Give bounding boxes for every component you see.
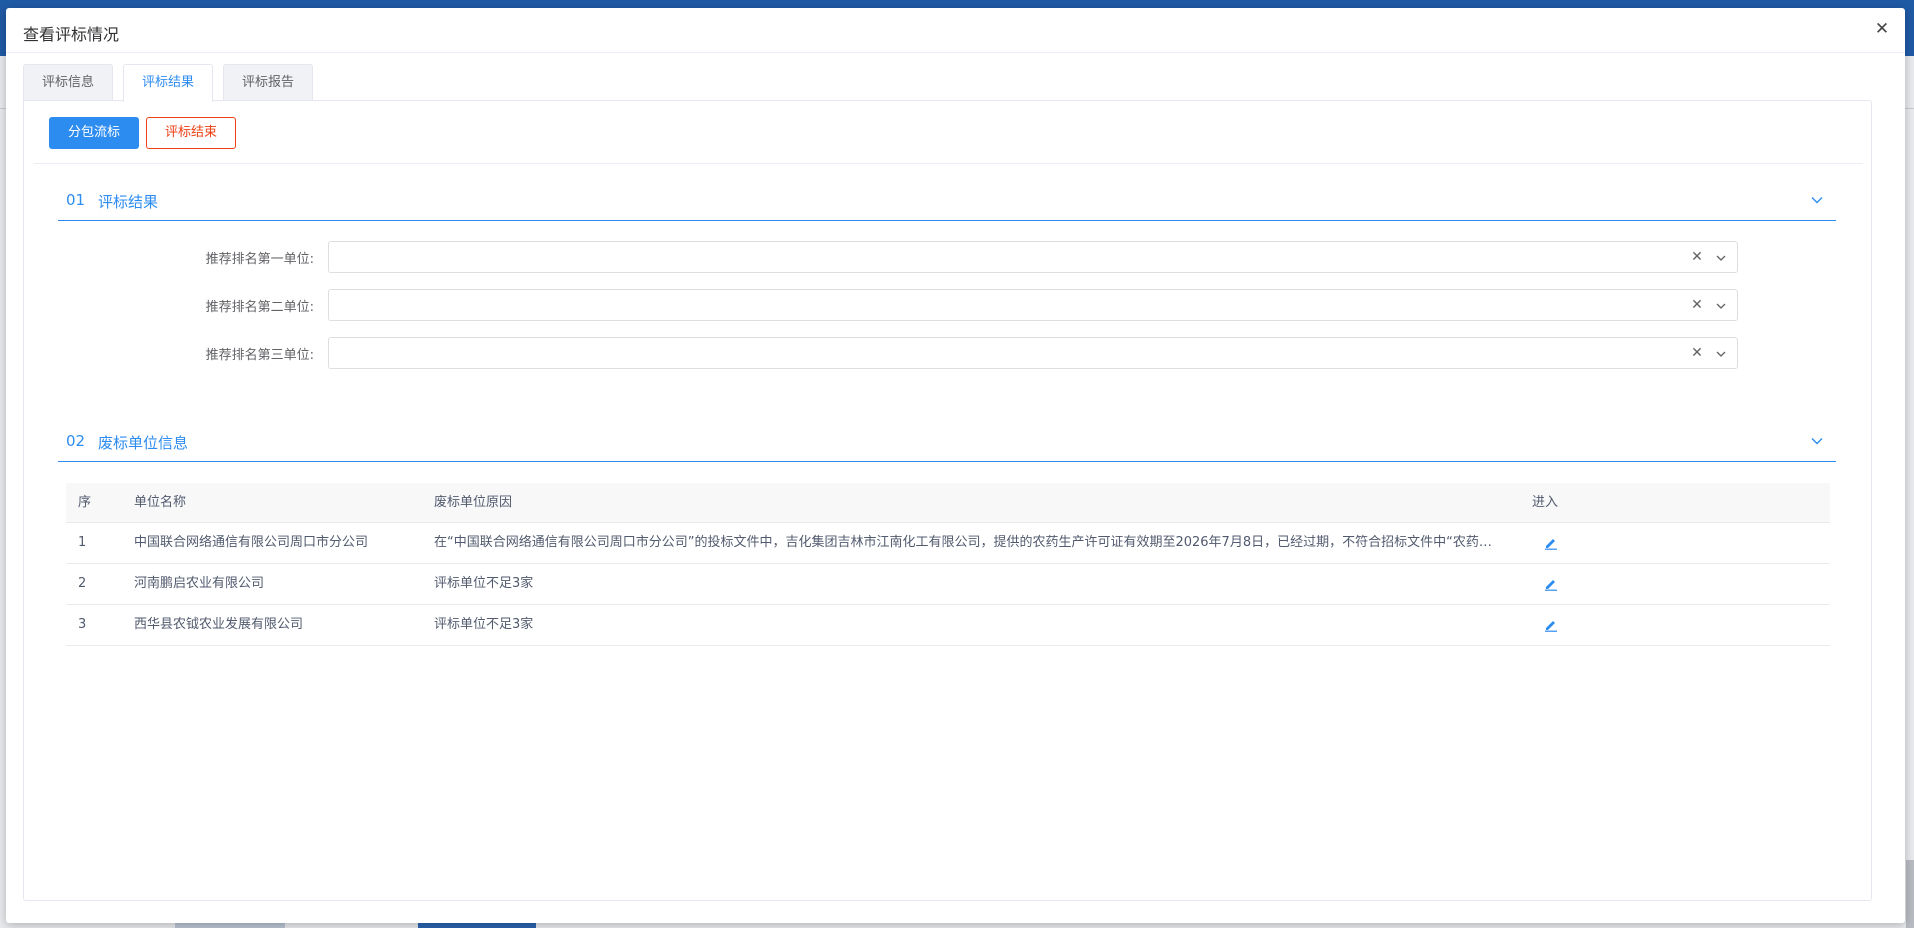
form-row-rank3: 推荐排名第三单位: ✕ — [58, 337, 1836, 369]
form-row-rank2: 推荐排名第二单位: ✕ — [58, 289, 1836, 321]
header-unit-name: 单位名称 — [134, 495, 187, 510]
section-title: 废标单位信息 — [98, 434, 189, 452]
row-unit-name: 西华县农钺农业发展有限公司 — [134, 617, 304, 632]
row-unit-name: 河南鹏启农业有限公司 — [134, 576, 265, 591]
tab-evaluation-result[interactable]: 评标结果 — [123, 64, 213, 102]
rank3-label: 推荐排名第三单位: — [205, 348, 314, 363]
toolbar-divider — [34, 163, 1863, 164]
section-header-disqualified[interactable]: 02 废标单位信息 — [58, 422, 1836, 462]
chevron-down-icon[interactable] — [1810, 434, 1824, 448]
rank3-select[interactable]: ✕ — [328, 337, 1738, 369]
row-reason: 评标单位不足3家 — [434, 617, 534, 632]
edit-icon[interactable] — [1544, 536, 1558, 550]
chevron-down-icon[interactable] — [1810, 193, 1824, 207]
clear-icon[interactable]: ✕ — [1691, 297, 1703, 313]
table-row: 2 河南鹏启农业有限公司 评标单位不足3家 — [66, 564, 1830, 605]
end-evaluation-button[interactable]: 评标结束 — [146, 117, 236, 149]
header-enter: 进入 — [1532, 495, 1559, 510]
section-number: 01 — [66, 191, 86, 209]
row-reason: 在“中国联合网络通信有限公司周口市分公司”的投标文件中，吉化集团吉林市江南化工有… — [434, 535, 1494, 550]
header-reason: 废标单位原因 — [434, 495, 513, 510]
app-scrollbar — [1906, 860, 1914, 928]
chevron-down-icon[interactable] — [1715, 300, 1727, 312]
edit-icon[interactable] — [1544, 618, 1558, 632]
tab-evaluation-info[interactable]: 评标信息 — [23, 64, 113, 101]
clear-icon[interactable]: ✕ — [1691, 249, 1703, 265]
disqualified-table: 序 单位名称 废标单位原因 进入 1 中国联合网络通信有限公司周口市分公司 在“… — [66, 483, 1830, 646]
close-icon[interactable]: ✕ — [1873, 20, 1891, 38]
chevron-down-icon[interactable] — [1715, 252, 1727, 264]
chevron-down-icon[interactable] — [1715, 348, 1727, 360]
rank2-label: 推荐排名第二单位: — [205, 300, 314, 315]
form-row-rank1: 推荐排名第一单位: ✕ — [58, 241, 1836, 273]
table-row: 1 中国联合网络通信有限公司周口市分公司 在“中国联合网络通信有限公司周口市分公… — [66, 523, 1830, 564]
dialog-header: 查看评标情况 ✕ — [6, 8, 1905, 53]
section-header-result[interactable]: 01 评标结果 — [58, 181, 1836, 221]
tab-evaluation-report[interactable]: 评标报告 — [223, 64, 313, 101]
edit-icon[interactable] — [1544, 577, 1558, 591]
table-header: 序 单位名称 废标单位原因 进入 — [66, 483, 1830, 523]
section-title: 评标结果 — [98, 193, 159, 211]
row-index: 3 — [78, 617, 87, 632]
row-index: 1 — [78, 535, 87, 550]
clear-icon[interactable]: ✕ — [1691, 345, 1703, 361]
rank1-label: 推荐排名第一单位: — [205, 252, 314, 267]
section-number: 02 — [66, 432, 86, 450]
tab-panel: 分包流标 评标结束 01 评标结果 推荐排名第一单位: ✕ 推荐排名第二单位: … — [23, 100, 1872, 901]
rank2-select[interactable]: ✕ — [328, 289, 1738, 321]
split-package-fail-button[interactable]: 分包流标 — [49, 117, 139, 149]
header-index: 序 — [78, 495, 92, 510]
table-row: 3 西华县农钺农业发展有限公司 评标单位不足3家 — [66, 605, 1830, 646]
row-index: 2 — [78, 576, 87, 591]
bid-evaluation-dialog: 查看评标情况 ✕ 评标信息 评标结果 评标报告 分包流标 评标结束 01 评标结… — [6, 8, 1905, 923]
row-reason: 评标单位不足3家 — [434, 576, 534, 591]
row-unit-name: 中国联合网络通信有限公司周口市分公司 — [134, 535, 369, 550]
rank1-select[interactable]: ✕ — [328, 241, 1738, 273]
dialog-title: 查看评标情况 — [23, 25, 120, 44]
